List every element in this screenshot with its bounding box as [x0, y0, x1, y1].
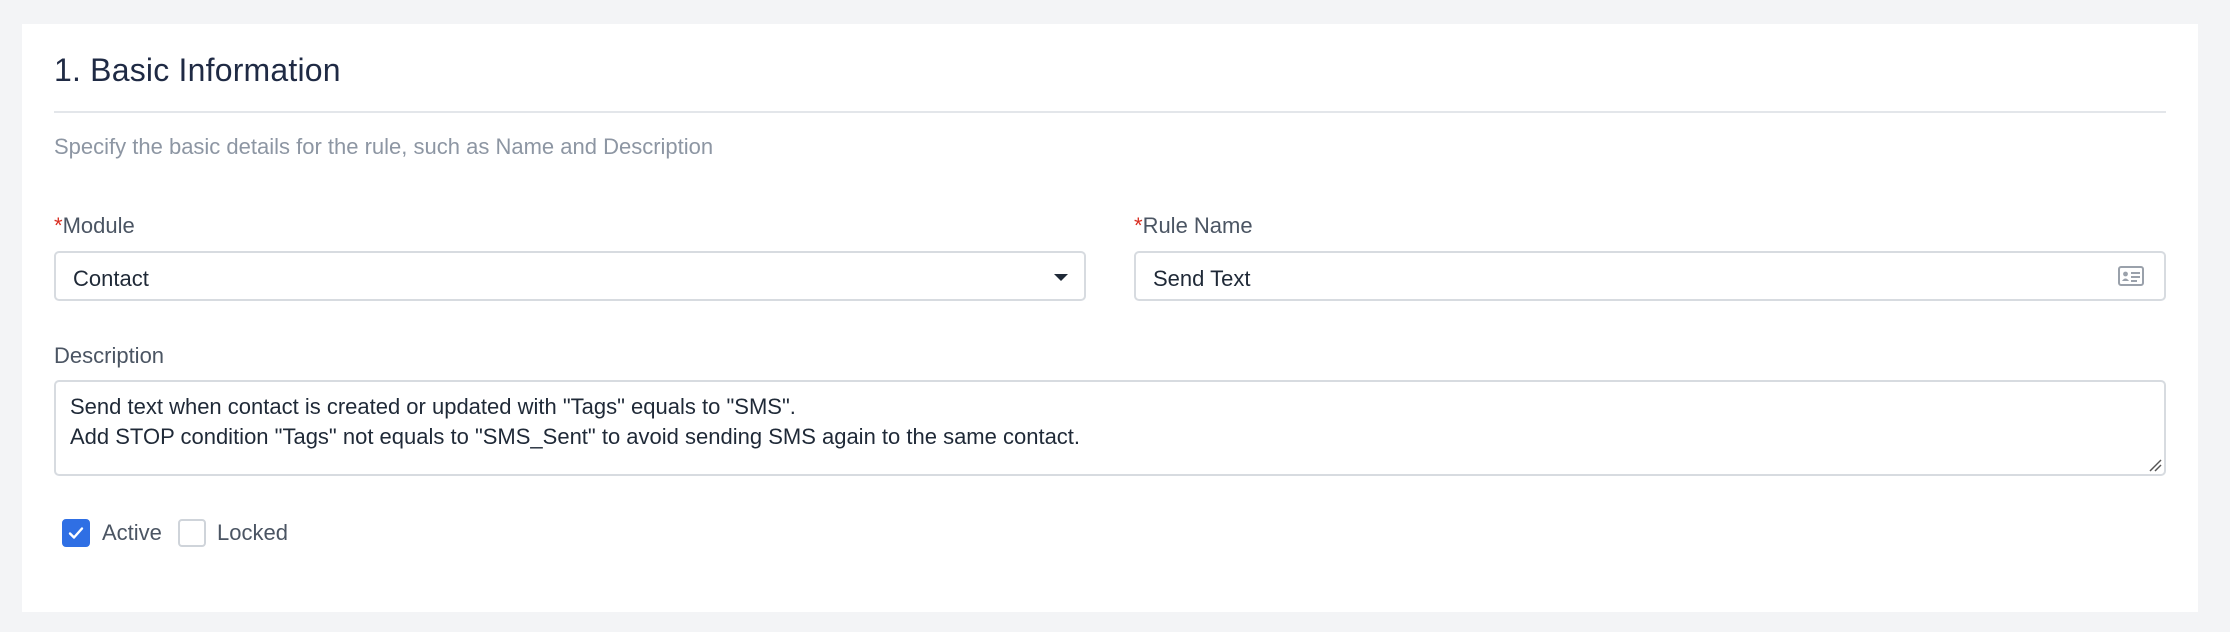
- module-label-text: Module: [62, 213, 135, 238]
- description-line-2: Add STOP condition "Tags" not equals to …: [70, 424, 1081, 449]
- description-label: Description: [54, 343, 165, 368]
- module-label: *Module: [54, 213, 135, 239]
- locked-label[interactable]: Locked: [217, 520, 288, 546]
- section-title: 1. Basic Information: [54, 52, 341, 88]
- rule-name-required-mark: *: [1134, 213, 1143, 238]
- rule-name-label: *Rule Name: [1134, 213, 1253, 239]
- module-select[interactable]: Contact: [54, 251, 1086, 301]
- active-label[interactable]: Active: [102, 520, 162, 546]
- locked-checkbox[interactable]: [178, 519, 206, 547]
- rule-name-label-text: Rule Name: [1142, 213, 1253, 238]
- module-select-value: Contact: [73, 266, 149, 291]
- resize-handle-icon[interactable]: [2148, 458, 2162, 472]
- module-required-mark: *: [54, 213, 63, 238]
- checkmark-icon: [68, 527, 84, 539]
- section-divider: [54, 111, 2166, 113]
- active-checkbox[interactable]: [62, 519, 90, 547]
- id-card-icon: [2118, 266, 2144, 286]
- description-textarea[interactable]: Send text when contact is created or upd…: [54, 380, 2166, 476]
- rule-name-input[interactable]: Send Text: [1134, 251, 2166, 301]
- chevron-down-icon[interactable]: [1054, 274, 1068, 281]
- rule-name-value: Send Text: [1153, 266, 1251, 291]
- section-subtitle: Specify the basic details for the rule, …: [54, 134, 714, 159]
- description-line-1: Send text when contact is created or upd…: [70, 394, 796, 419]
- basic-information-card: 1. Basic Information Specify the basic d…: [22, 24, 2198, 612]
